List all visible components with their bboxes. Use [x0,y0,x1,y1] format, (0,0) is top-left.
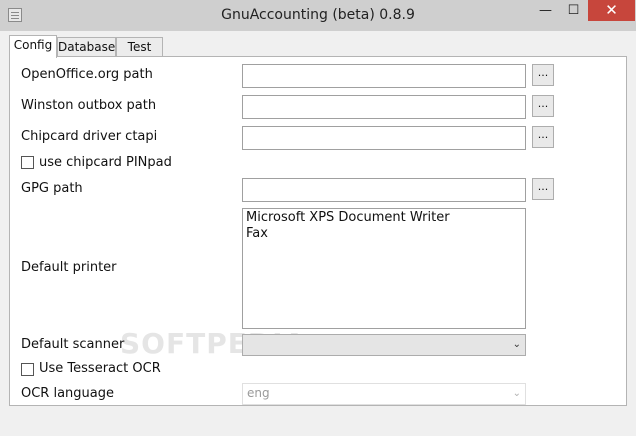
openoffice-path-label: OpenOffice.org path [21,67,153,82]
winston-browse-button[interactable]: ... [532,95,554,117]
chipcard-browse-button[interactable]: ... [532,126,554,148]
pinpad-label[interactable]: use chipcard PINpad [39,155,172,170]
ocr-language-value: eng [247,386,270,400]
gpg-path-input[interactable] [242,178,526,202]
status-bar [0,406,636,436]
ocr-language-label: OCR language [21,386,114,401]
chevron-down-icon[interactable]: ⌄ [513,335,521,354]
ocr-language-select: eng ⌄ [242,383,526,405]
tesseract-label[interactable]: Use Tesseract OCR [39,361,161,376]
default-scanner-label: Default scanner [21,337,125,352]
winston-path-input[interactable] [242,95,526,119]
printer-listbox[interactable]: Microsoft XPS Document Writer Fax [242,208,526,329]
gpg-browse-button[interactable]: ... [532,178,554,200]
tab-test[interactable]: Test [116,37,163,56]
minimize-button[interactable]: — [532,0,559,21]
tab-database[interactable]: Database [57,37,116,56]
list-item[interactable]: Fax [246,226,522,242]
tab-config[interactable]: Config [9,35,57,58]
winston-path-label: Winston outbox path [21,98,157,113]
list-item[interactable]: Microsoft XPS Document Writer [246,210,522,226]
app-window: GnuAccounting (beta) 0.8.9 — ☐ ✕ Config … [0,0,636,436]
chevron-down-icon: ⌄ [512,388,521,399]
openoffice-path-input[interactable] [242,64,526,88]
chipcard-driver-label: Chipcard driver ctapi [21,129,158,144]
title-bar[interactable]: GnuAccounting (beta) 0.8.9 — ☐ ✕ [0,0,636,31]
close-button[interactable]: ✕ [588,0,635,21]
maximize-button[interactable]: ☐ [560,0,587,21]
scanner-select[interactable]: ⌄ [242,334,526,356]
default-printer-label: Default printer [21,260,117,275]
pinpad-checkbox[interactable] [21,156,34,169]
chipcard-driver-input[interactable] [242,126,526,150]
gpg-path-label: GPG path [21,181,83,196]
openoffice-browse-button[interactable]: ... [532,64,554,86]
tesseract-checkbox[interactable] [21,363,34,376]
